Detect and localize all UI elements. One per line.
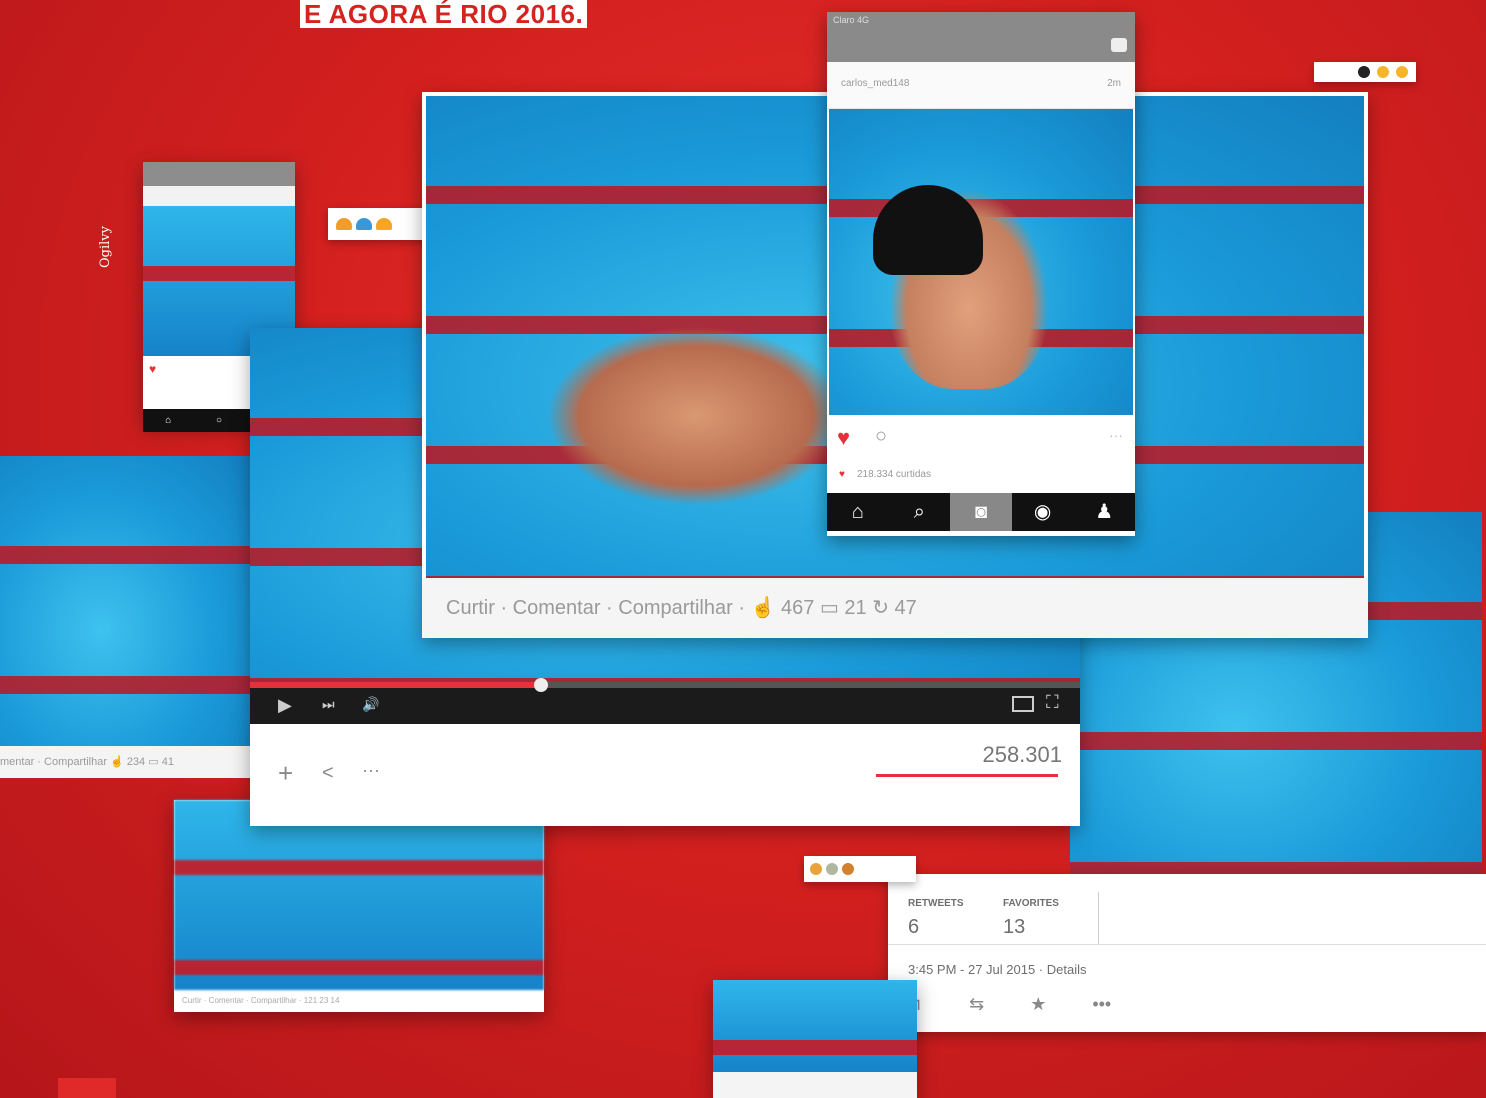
silver-medal-icon	[826, 863, 838, 875]
bottom-fb-photo	[174, 800, 544, 990]
small-ig-header	[143, 162, 295, 186]
favorite-icon[interactable]: ★	[1030, 994, 1046, 1015]
ig-username[interactable]: carlos_med148	[841, 78, 909, 89]
medal-bubble	[804, 856, 916, 882]
ig-photo	[829, 109, 1133, 415]
thumb-up-icon[interactable]: ☝	[110, 756, 124, 768]
heart-icon[interactable]: ♥	[149, 362, 156, 376]
ig-carrier: Claro 4G	[833, 15, 870, 25]
bronze-medal-icon	[842, 863, 854, 875]
play-icon[interactable]: ▶	[278, 695, 292, 716]
comment-icon[interactable]: ▭	[148, 756, 158, 768]
more-icon[interactable]: ···	[1109, 427, 1123, 443]
retweets-count: 6	[908, 916, 920, 938]
small-bottom-photo	[713, 980, 917, 1072]
left-fb-comments: 41	[161, 756, 174, 768]
video-scrubber[interactable]	[533, 678, 548, 692]
add-icon[interactable]: +	[278, 758, 293, 789]
retweet-icon[interactable]: ⇆	[969, 994, 984, 1015]
gold-medal-icon	[810, 863, 822, 875]
comment-icon[interactable]: ○	[875, 425, 887, 448]
bottom-fb-text: Curtir · Comentar · Compartilhar · 121 2…	[182, 996, 340, 1005]
next-icon[interactable]: ⏭	[322, 696, 335, 713]
bottom-fb-card: Curtir · Comentar · Compartilhar · 121 2…	[174, 800, 544, 1012]
ig-status-bar: Claro 4G	[827, 12, 1135, 62]
favorites-label: FAVORITES	[1003, 898, 1059, 909]
search-icon[interactable]: ○	[216, 415, 222, 426]
video-progress-fill	[250, 682, 541, 688]
emoji-icon	[1377, 66, 1389, 78]
share-icon: ↻	[872, 597, 889, 619]
ig-post-time: 2m	[1107, 78, 1121, 89]
small-heart-icon: ♥	[839, 469, 845, 480]
swimmer-emoji-icon	[356, 218, 372, 230]
small-bottom-card	[713, 980, 917, 1098]
retweets-label: RETWEETS	[908, 898, 964, 909]
profile-icon[interactable]: ♟	[1073, 493, 1135, 531]
swimmer-emoji-icon	[336, 218, 352, 230]
corner-square	[58, 1078, 116, 1098]
views-underline	[876, 774, 1058, 777]
left-fb-actions: mentar · Compartilhar ☝ 234 ▭ 41	[0, 746, 250, 778]
fullscreen-icon[interactable]: ⛶	[1046, 692, 1059, 713]
activity-icon[interactable]: ◉	[1012, 493, 1074, 531]
headline: E AGORA É RIO 2016.	[300, 0, 588, 28]
thumb-up-icon: ☝	[750, 597, 776, 619]
brand-label: Ogilvy	[98, 226, 113, 268]
heart-icon[interactable]: ♥	[837, 425, 850, 451]
home-icon[interactable]: ⌂	[827, 493, 889, 531]
left-fb-actions-text: mentar · Compartilhar	[0, 756, 107, 768]
left-fb-likes: 234	[126, 756, 146, 768]
emoji-bubble-right	[1314, 62, 1416, 82]
fb-share-action[interactable]: Compartilhar	[618, 597, 732, 619]
more-icon[interactable]: ···	[362, 760, 380, 781]
video-views: 258.301	[982, 742, 1062, 767]
fb-like-action[interactable]: Curtir	[446, 597, 495, 619]
theater-icon[interactable]	[1012, 696, 1034, 712]
video-controls: ▶ ⏭ 🔊 ⛶	[250, 678, 1080, 724]
camera-icon[interactable]: ◙	[950, 493, 1012, 531]
twitter-card: RETWEETS 6 FAVORITES 13 3:45 PM - 27 Jul…	[888, 874, 1486, 1032]
inbox-icon[interactable]	[1111, 38, 1127, 52]
emoji-icon	[1358, 66, 1370, 78]
emoji-icon	[1396, 66, 1408, 78]
more-icon[interactable]: •••	[1092, 994, 1111, 1015]
tweet-timestamp: 3:45 PM - 27 Jul 2015 · Details	[908, 962, 1087, 977]
volume-icon[interactable]: 🔊	[362, 696, 379, 713]
share-icon[interactable]: <	[322, 762, 334, 785]
fb-like-count: 467	[781, 597, 815, 619]
favorites-count: 13	[1003, 916, 1026, 938]
comment-icon: ▭	[819, 597, 839, 619]
home-icon[interactable]: ⌂	[165, 415, 171, 426]
left-pool-photo	[0, 456, 252, 746]
fb-comment-action[interactable]: Comentar	[513, 597, 601, 619]
fb-comment-count: 21	[844, 597, 867, 619]
search-icon[interactable]: ⌕	[889, 493, 951, 531]
fish-emoji-icon	[376, 218, 392, 230]
ig-likes: 218.334 curtidas	[857, 469, 931, 480]
instagram-phone: Claro 4G carlos_med148 2m ♥ ○ ··· ♥ 218.…	[827, 12, 1135, 536]
fb-share-count: 47	[894, 597, 917, 619]
